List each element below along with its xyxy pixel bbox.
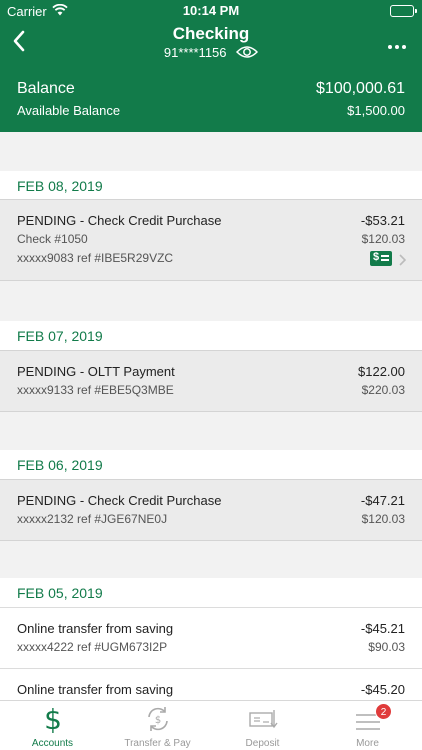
tab-more[interactable]: 2 More bbox=[315, 701, 420, 750]
notification-badge: 2 bbox=[375, 703, 392, 720]
account-header: Carrier 10:14 PM Checking 91****1156 Bal… bbox=[0, 0, 422, 132]
transaction-amount: -$47.21 bbox=[360, 493, 405, 508]
transaction-description: Online transfer from saving bbox=[17, 621, 174, 636]
transaction-row[interactable]: Online transfer from saving -$45.21 xxxx… bbox=[0, 607, 422, 668]
date-header: FEB 05, 2019 bbox=[0, 578, 422, 608]
available-balance-label: Available Balance bbox=[17, 103, 121, 118]
clock-time: 10:14 PM bbox=[182, 3, 240, 18]
balance-value: $100,000.61 bbox=[316, 80, 405, 97]
deposit-check-icon bbox=[210, 704, 315, 734]
more-options-button[interactable] bbox=[385, 36, 406, 54]
transaction-amount: -$45.21 bbox=[360, 621, 405, 636]
account-number-row: 91****1156 bbox=[0, 45, 422, 62]
transaction-reference: xxxxx2132 ref #JGE67NE0J bbox=[17, 512, 168, 526]
transaction-reference: xxxxx9133 ref #EBE5Q3MBE bbox=[17, 383, 174, 397]
dollar-icon: $ bbox=[0, 703, 105, 736]
check-image-icon[interactable]: $ bbox=[370, 251, 392, 266]
transaction-description: PENDING - Check Credit Purchase bbox=[17, 213, 222, 228]
transaction-amount: -$53.21 bbox=[360, 213, 405, 228]
transaction-description: Online transfer from saving bbox=[17, 682, 174, 697]
transaction-description: PENDING - Check Credit Purchase bbox=[17, 493, 222, 508]
account-number: 91****1156 bbox=[163, 45, 227, 60]
transaction-row[interactable]: PENDING - OLTT Payment $122.00 xxxxx9133… bbox=[0, 350, 422, 412]
transaction-amount: -$45.20 bbox=[360, 682, 405, 697]
menu-icon bbox=[315, 704, 420, 734]
tab-transfer-pay[interactable]: $ Transfer & Pay bbox=[105, 701, 210, 750]
transaction-description: PENDING - OLTT Payment bbox=[17, 364, 175, 379]
running-balance: $90.03 bbox=[368, 640, 405, 654]
chevron-right-icon bbox=[399, 253, 407, 271]
running-balance: $120.03 bbox=[361, 232, 405, 246]
date-header: FEB 06, 2019 bbox=[0, 450, 422, 480]
transaction-reference: xxxxx9083 ref #IBE5R29VZC bbox=[17, 251, 174, 265]
battery-icon bbox=[390, 5, 417, 17]
running-balance: $120.03 bbox=[361, 512, 405, 526]
eye-icon[interactable] bbox=[236, 45, 259, 62]
transaction-amount: $122.00 bbox=[358, 364, 405, 379]
status-bar: Carrier 10:14 PM bbox=[0, 0, 422, 22]
transaction-list[interactable]: FEB 08, 2019 PENDING - Check Credit Purc… bbox=[0, 132, 422, 700]
transaction-row[interactable]: Online transfer from saving -$45.20 bbox=[0, 668, 422, 700]
balance-label: Balance bbox=[17, 80, 75, 97]
transaction-row[interactable]: PENDING - Check Credit Purchase -$47.21 … bbox=[0, 479, 422, 541]
transfer-icon: $ bbox=[105, 704, 210, 734]
check-number: Check #1050 bbox=[17, 232, 88, 246]
tab-accounts[interactable]: $ Accounts bbox=[0, 701, 105, 750]
tab-label: Deposit bbox=[245, 738, 280, 749]
tab-label: Transfer & Pay bbox=[124, 738, 191, 749]
tab-label: More bbox=[356, 738, 379, 749]
tab-deposit[interactable]: Deposit bbox=[210, 701, 315, 750]
available-balance-value: $1,500.00 bbox=[347, 103, 405, 118]
date-header: FEB 08, 2019 bbox=[0, 171, 422, 201]
tab-label: Accounts bbox=[31, 738, 74, 749]
page-title: Checking bbox=[172, 24, 250, 43]
svg-text:$: $ bbox=[154, 715, 160, 726]
transaction-row[interactable]: PENDING - Check Credit Purchase -$53.21 … bbox=[0, 199, 422, 281]
transaction-reference: xxxxx4222 ref #UGM673I2P bbox=[17, 640, 168, 654]
svg-text:$: $ bbox=[44, 704, 62, 734]
date-header: FEB 07, 2019 bbox=[0, 321, 422, 351]
running-balance: $220.03 bbox=[361, 383, 405, 397]
tab-bar: $ Accounts $ Transfer & Pay Deposit 2 Mo… bbox=[0, 700, 422, 750]
